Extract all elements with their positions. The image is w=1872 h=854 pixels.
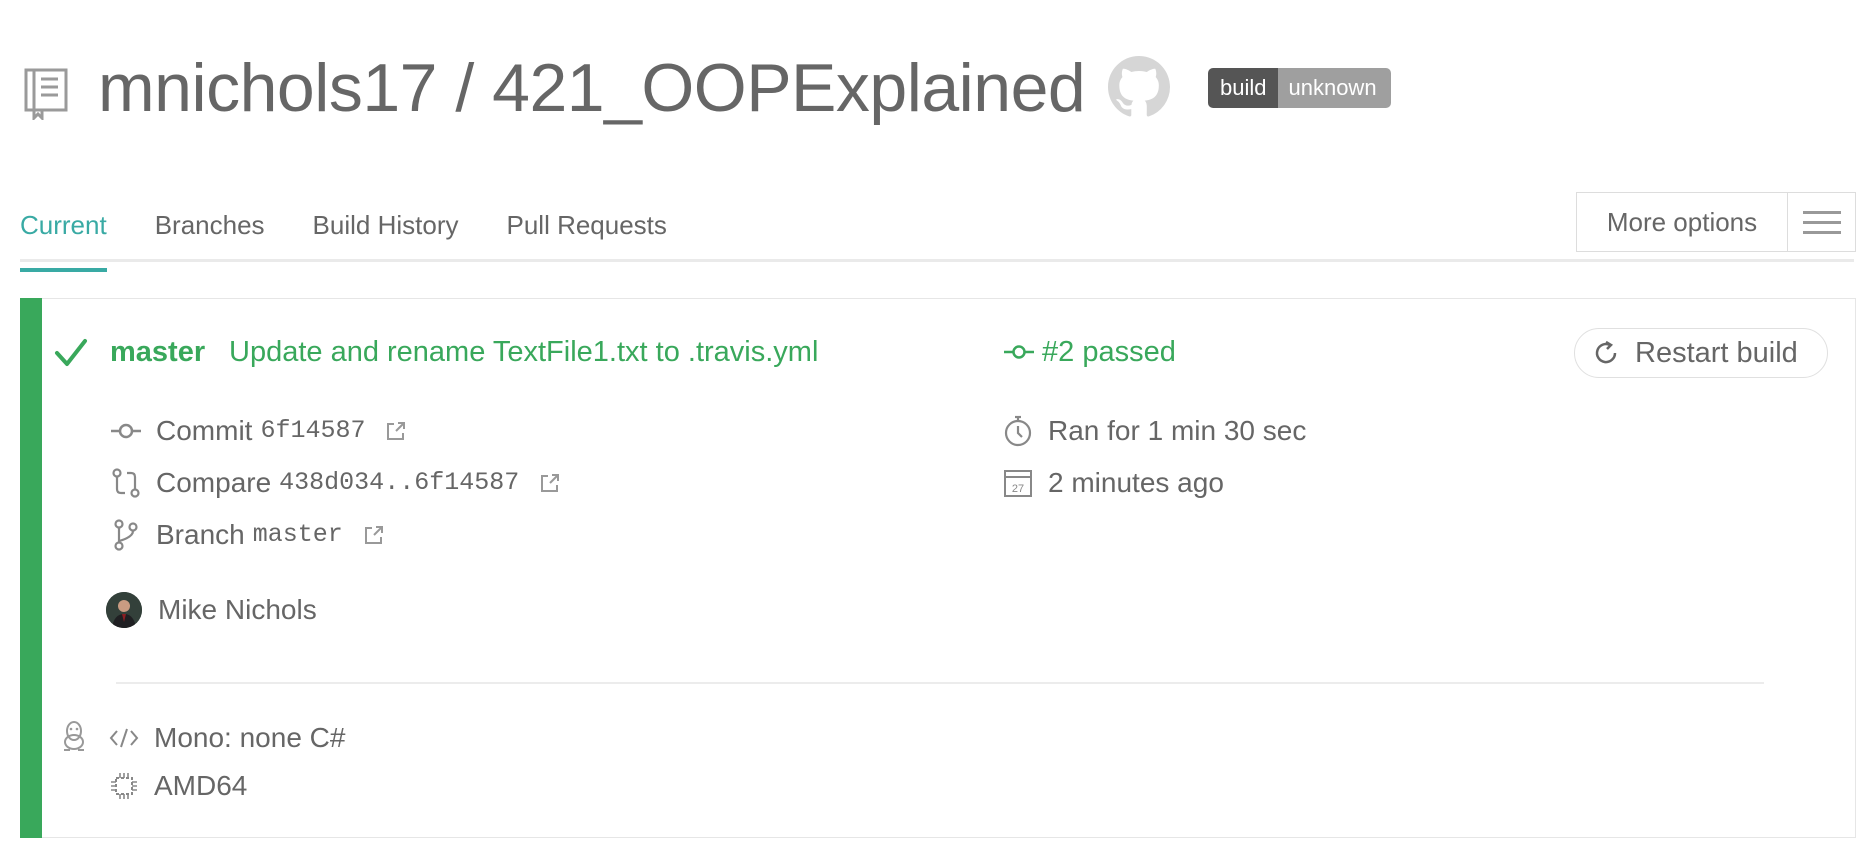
commit-icon xyxy=(111,423,141,439)
calendar-day: 27 xyxy=(1012,483,1024,495)
build-status-bar xyxy=(20,298,42,838)
commit-row: Commit 6f14587 xyxy=(110,411,407,451)
restart-build-label: Restart build xyxy=(1635,336,1798,369)
tabs-divider xyxy=(20,259,1854,262)
branch-label: Branch xyxy=(156,519,245,550)
build-number-status[interactable]: #2 passed xyxy=(1004,332,1176,372)
code-icon xyxy=(109,728,139,748)
compare-row: Compare 438d034..6f14587 xyxy=(110,463,561,503)
commit-icon xyxy=(1004,345,1034,359)
external-link-icon[interactable] xyxy=(539,472,561,494)
finished-text: 2 minutes ago xyxy=(1048,467,1224,498)
commit-label: Commit xyxy=(156,415,253,446)
cpu-icon xyxy=(111,773,137,799)
language-text: Mono: none C# xyxy=(154,722,346,753)
check-icon xyxy=(55,339,87,366)
badge-value: unknown xyxy=(1278,68,1391,108)
arch-row: AMD64 xyxy=(108,766,247,806)
branch-value-link[interactable]: master xyxy=(253,515,343,555)
build-branch-name[interactable]: master xyxy=(110,332,205,372)
commit-sha-link[interactable]: 6f14587 xyxy=(260,411,365,451)
duration-text: Ran for 1 min 30 sec xyxy=(1048,415,1307,446)
repo-title: mnichols17 / 421_OOPExplained xyxy=(98,50,1086,126)
restart-icon xyxy=(1595,340,1617,364)
more-options-label: More options xyxy=(1577,193,1788,251)
compare-label: Compare xyxy=(156,467,272,498)
finished-row: 27 2 minutes ago xyxy=(1002,463,1224,503)
github-icon[interactable] xyxy=(1108,56,1170,118)
repo-icon xyxy=(24,68,68,120)
badge-label: build xyxy=(1208,68,1279,108)
restart-build-button[interactable]: Restart build xyxy=(1574,328,1828,378)
author-name[interactable]: Mike Nichols xyxy=(158,590,317,630)
duration-row: Ran for 1 min 30 sec xyxy=(1002,411,1306,451)
branch-icon xyxy=(114,519,138,551)
build-status-text: #2 passed xyxy=(1042,336,1176,368)
more-options-button[interactable]: More options xyxy=(1576,192,1856,252)
avatar[interactable] xyxy=(106,592,142,628)
compare-range-link[interactable]: 438d034..6f14587 xyxy=(279,463,519,503)
compare-icon xyxy=(112,468,140,498)
hamburger-icon[interactable] xyxy=(1788,193,1855,251)
build-status-badge[interactable]: build unknown xyxy=(1208,68,1391,108)
external-link-icon[interactable] xyxy=(363,524,385,546)
arch-text: AMD64 xyxy=(154,770,248,801)
stopwatch-icon xyxy=(1004,415,1032,447)
linux-icon xyxy=(64,721,84,751)
language-row: Mono: none C# xyxy=(108,718,345,758)
card-divider xyxy=(116,682,1764,684)
external-link-icon[interactable] xyxy=(385,420,407,442)
commit-message: Update and rename TextFile1.txt to .trav… xyxy=(229,336,819,368)
branch-row: Branch master xyxy=(110,515,385,555)
calendar-icon: 27 xyxy=(1004,470,1032,497)
